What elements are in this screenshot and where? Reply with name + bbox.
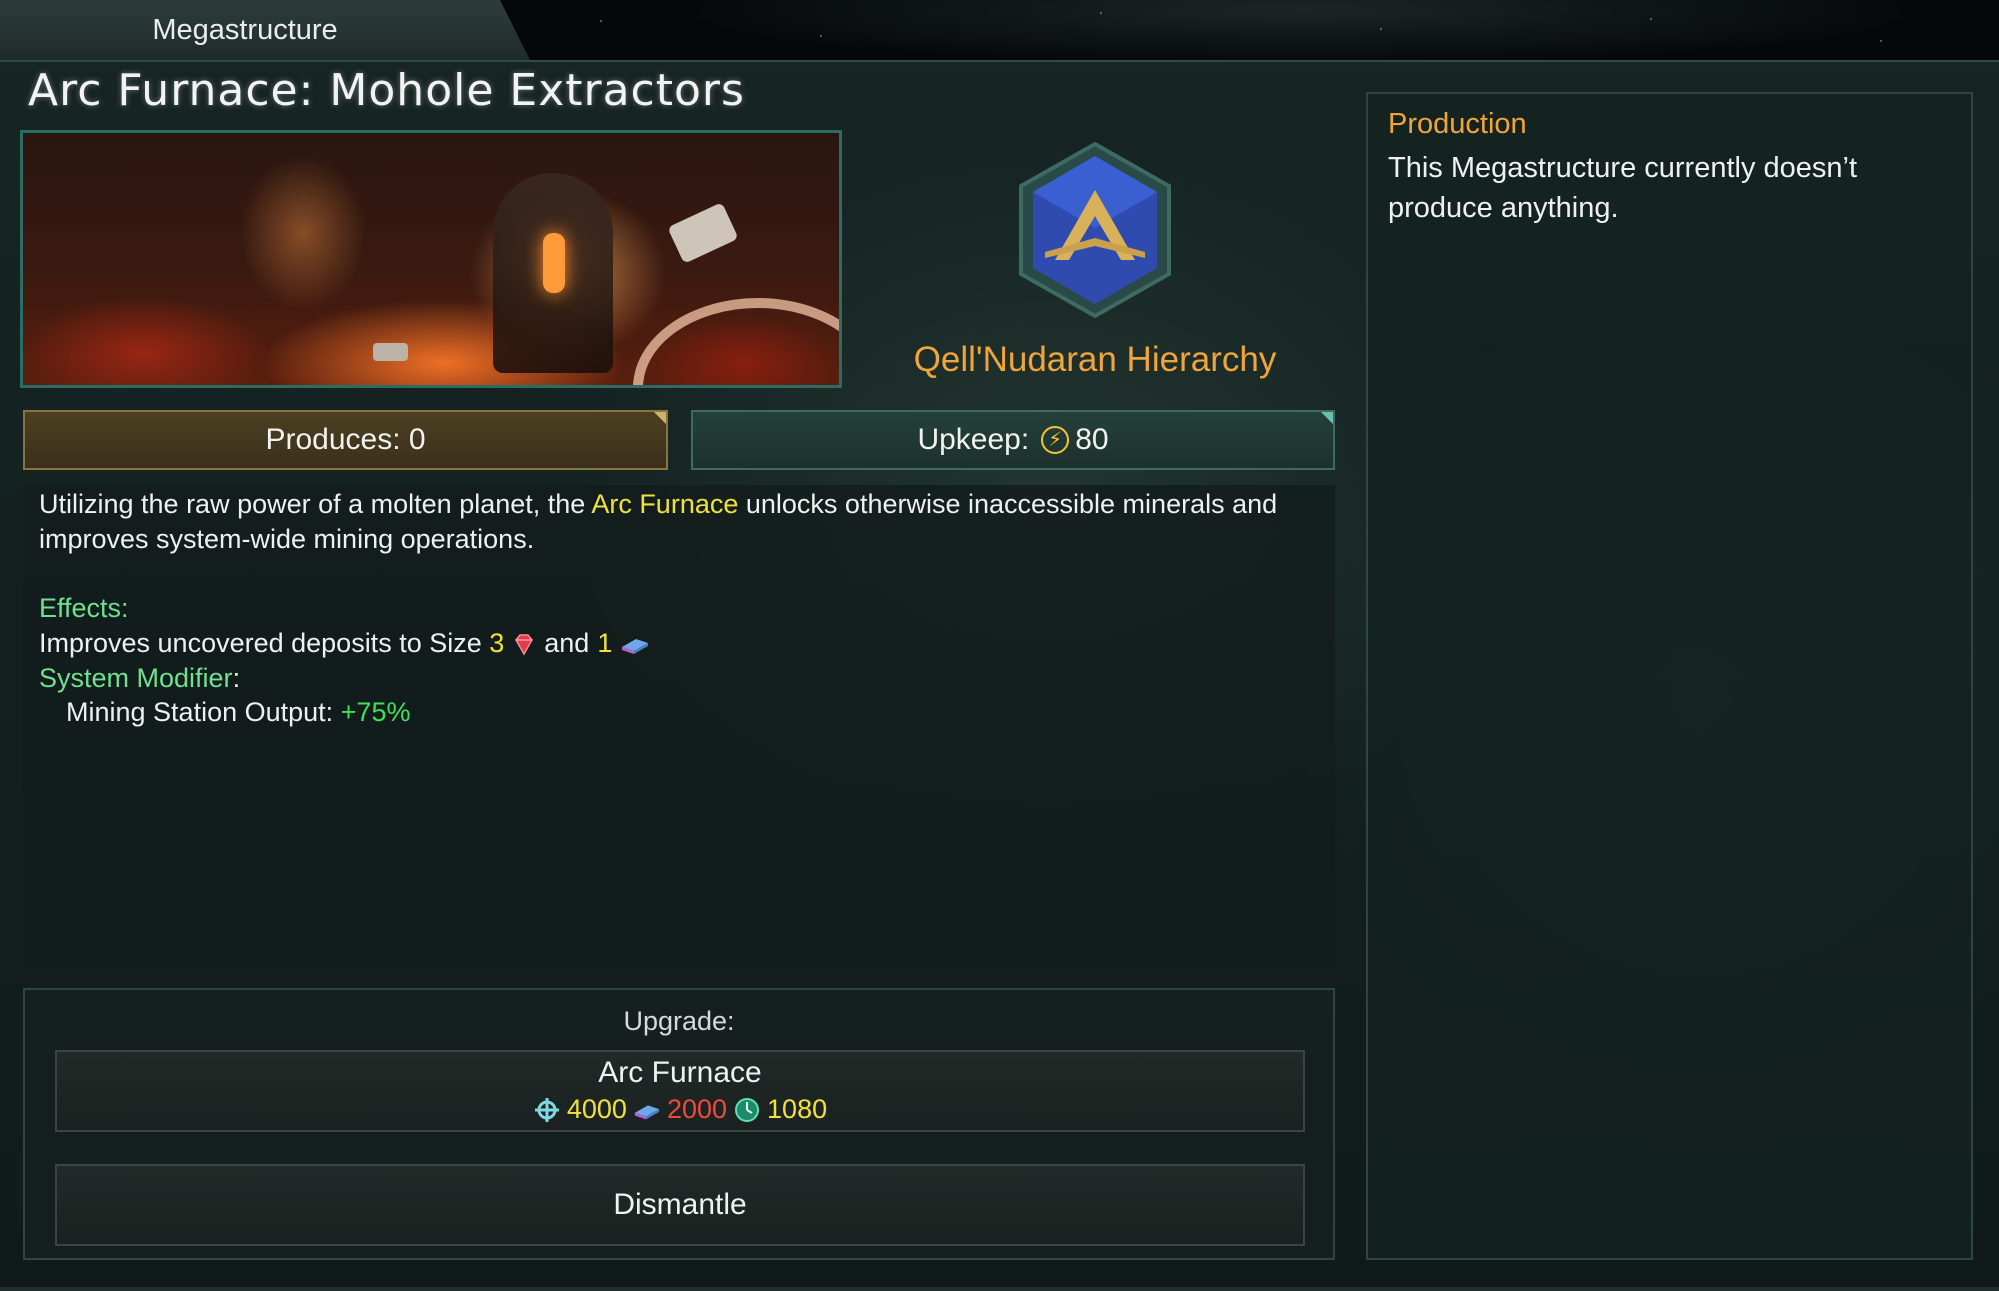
bottom-border [0,1287,1999,1291]
mining-output-line: Mining Station Output: +75% [66,697,411,727]
gem-size-value: 3 [489,628,505,658]
produces-label: Produces: 0 [265,423,426,456]
alloys-icon [622,638,649,654]
time-icon [735,1097,760,1122]
production-text: This Megastructure currently doesn’t pro… [1388,152,1858,224]
page-title: Arc Furnace: Mohole Extractors [28,65,745,116]
dismantle-label: Dismantle [613,1188,747,1221]
effect-line: Improves uncovered deposits to Size 3 an… [39,628,650,659]
alloys-cost: 2000 [666,1094,728,1124]
empire-name[interactable]: Qell'Nudaran Hierarchy [880,340,1310,380]
upgrade-costs: 4000 2000 1080 [57,1094,1303,1125]
effects-label: Effects: [39,593,129,623]
alloys-icon [634,1104,660,1119]
production-panel: Production This Megastructure currently … [1366,92,1973,1260]
upgrade-button[interactable]: Arc Furnace 4000 2000 1080 [55,1050,1305,1132]
system-modifier-line: System Modifier: [39,663,241,693]
hierarchy-emblem-icon[interactable] [1015,140,1175,320]
upgrade-name: Arc Furnace [598,1056,762,1089]
alloy-size-value: 1 [597,628,613,658]
mining-output-value: +75% [340,697,411,727]
tab-megastructure[interactable]: Megastructure [0,0,530,60]
upkeep-label: Upkeep: [917,423,1030,456]
upkeep-value: 80 [1075,423,1109,456]
arc-furnace-link[interactable]: Arc Furnace [591,489,738,519]
time-cost: 1080 [767,1094,828,1124]
description-panel: Utilizing the raw power of a molten plan… [23,485,1335,970]
influence-cost: 4000 [566,1094,627,1124]
influence-icon [534,1097,559,1122]
rare-crystal-icon [515,633,534,656]
production-title: Production [1388,108,1527,140]
corner-marker [1321,412,1333,424]
corner-marker [654,412,666,424]
description-text: Utilizing the raw power of a molten plan… [39,489,1278,554]
megastructure-banner [20,130,842,388]
dismantle-button[interactable]: Dismantle [55,1164,1305,1246]
upkeep-bar: Upkeep: ⚡ 80 [691,410,1335,470]
tab-label: Megastructure [152,13,338,46]
produces-bar: Produces: 0 [23,410,668,470]
upgrade-panel: Upgrade: Arc Furnace 4000 2000 1080 Dism… [23,988,1335,1260]
energy-icon: ⚡ [1041,426,1070,454]
upgrade-label: Upgrade: [623,1006,735,1036]
system-modifier-link[interactable]: System Modifier [39,663,233,693]
